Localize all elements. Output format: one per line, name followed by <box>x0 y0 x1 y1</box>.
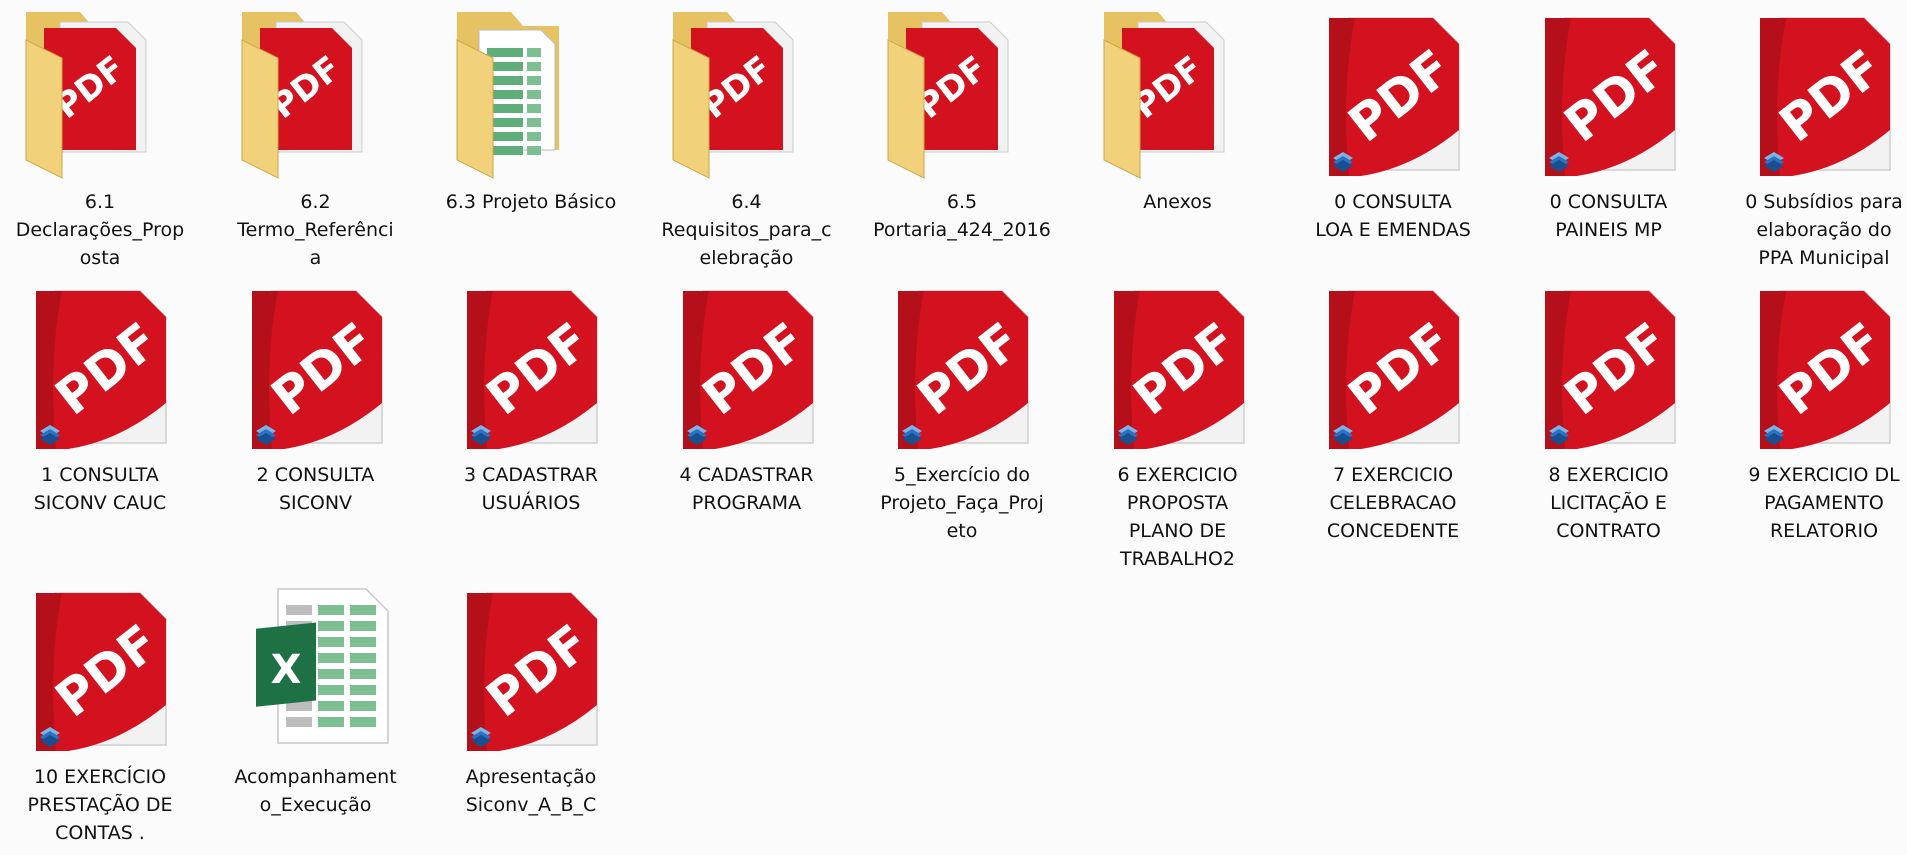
folder-icon: PDF <box>862 0 1062 185</box>
folder-icon: PDF <box>1078 0 1278 185</box>
file-item[interactable]: PDF 0 CONSULTA LOA E EMENDAS <box>1293 0 1493 280</box>
file-name-label: 0 Subsídios para elaboração do PPA Munic… <box>1745 191 1903 269</box>
folder-icon <box>431 0 631 185</box>
pdf-file-icon: PDF <box>1293 273 1493 458</box>
file-name-label: 6 EXERCICIO PROPOSTA PLANO DE TRABALHO2 <box>1117 464 1238 570</box>
file-item[interactable]: PDF 4 CADASTRAR PROGRAMA <box>647 273 847 553</box>
pdf-file-icon: PDF <box>1724 273 1907 458</box>
pdf-file-icon: PDF <box>1293 0 1493 185</box>
file-name-label: 9 EXERCICIO DL PAGAMENTO RELATORIO <box>1748 464 1900 542</box>
file-name-label: 1 CONSULTA SICONV CAUC <box>33 464 167 514</box>
file-name-label: Apresentação Siconv_A_B_C <box>465 766 597 816</box>
file-name-label: 6.1 Declarações_Prop osta <box>15 191 185 269</box>
file-name-label: 6.4 Requisitos_para_c elebração <box>661 191 832 269</box>
file-name-label: 0 CONSULTA LOA E EMENDAS <box>1315 191 1471 241</box>
pdf-file-icon: PDF <box>647 273 847 458</box>
pdf-file-icon: PDF <box>1509 273 1709 458</box>
pdf-file-icon: PDF <box>431 273 631 458</box>
file-name-label: 5_Exercício do Projeto_Faça_Proj eto <box>880 464 1044 542</box>
file-item[interactable]: PDF 6.5 Portaria_424_2016 <box>862 0 1062 280</box>
file-name-label: 3 CADASTRAR USUÁRIOS <box>464 464 598 514</box>
file-item[interactable]: PDF 0 Subsídios para elaboração do PPA M… <box>1724 0 1907 280</box>
file-name-label: 6.3 Projeto Básico <box>445 191 617 213</box>
file-item[interactable]: PDF 0 CONSULTA PAINEIS MP <box>1509 0 1709 280</box>
folder-icon: PDF <box>647 0 847 185</box>
file-name-label: 10 EXERCÍCIO PRESTAÇÃO DE CONTAS . <box>27 766 173 844</box>
pdf-file-icon: PDF <box>1509 0 1709 185</box>
file-item[interactable]: PDF 3 CADASTRAR USUÁRIOS <box>431 273 631 553</box>
pdf-file-icon: PDF <box>0 273 200 458</box>
file-item[interactable]: PDF Apresentação Siconv_A_B_C <box>431 575 631 855</box>
pdf-file-icon: PDF <box>1078 273 1278 458</box>
file-name-label: Acompanhament o_Execução <box>234 766 397 816</box>
file-item[interactable]: PDF 9 EXERCICIO DL PAGAMENTO RELATORIO <box>1724 273 1907 553</box>
file-name-label: 6.5 Portaria_424_2016 <box>873 191 1051 241</box>
file-name-label: 0 CONSULTA PAINEIS MP <box>1549 191 1668 241</box>
file-name-label: 6.2 Termo_Referênci a <box>237 191 394 269</box>
file-item[interactable]: PDF 6.4 Requisitos_para_c elebração <box>647 0 847 280</box>
folder-icon: PDF <box>0 0 200 185</box>
svg-text:X: X <box>270 647 301 693</box>
file-item[interactable]: PDF 6 EXERCICIO PROPOSTA PLANO DE TRABAL… <box>1078 273 1278 570</box>
file-item[interactable]: PDF 8 EXERCICIO LICITAÇÃO E CONTRATO <box>1509 273 1709 553</box>
file-item[interactable]: PDF 6.2 Termo_Referênci a <box>216 0 416 280</box>
file-name-label: 7 EXERCICIO CELEBRACAO CONCEDENTE <box>1326 464 1460 542</box>
file-grid: PDF 6.1 Declarações_Prop osta PDF 6.2 Te… <box>0 0 1907 844</box>
file-item[interactable]: PDF 7 EXERCICIO CELEBRACAO CONCEDENTE <box>1293 273 1493 553</box>
file-item[interactable]: PDF 6.1 Declarações_Prop osta <box>0 0 200 280</box>
file-item[interactable]: X Acompanhament o_Execução <box>216 575 416 855</box>
file-name-label: 8 EXERCICIO LICITAÇÃO E CONTRATO <box>1548 464 1669 542</box>
file-item[interactable]: PDF 10 EXERCÍCIO PRESTAÇÃO DE CONTAS . <box>0 575 200 855</box>
file-item[interactable]: PDF 1 CONSULTA SICONV CAUC <box>0 273 200 553</box>
folder-icon: PDF <box>216 0 416 185</box>
pdf-file-icon: PDF <box>431 575 631 760</box>
pdf-file-icon: PDF <box>1724 0 1907 185</box>
pdf-file-icon: PDF <box>216 273 416 458</box>
pdf-file-icon: PDF <box>862 273 1062 458</box>
file-name-label: Anexos <box>1143 191 1212 213</box>
file-item[interactable]: 6.3 Projeto Básico <box>431 0 631 280</box>
file-item[interactable]: PDF Anexos <box>1078 0 1278 280</box>
file-name-label: 2 CONSULTA SICONV <box>256 464 375 514</box>
file-item[interactable]: PDF 2 CONSULTA SICONV <box>216 273 416 553</box>
pdf-file-icon: PDF <box>0 575 200 760</box>
file-item[interactable]: PDF 5_Exercício do Projeto_Faça_Proj eto <box>862 273 1062 553</box>
excel-file-icon: X <box>216 575 416 760</box>
file-name-label: 4 CADASTRAR PROGRAMA <box>679 464 814 514</box>
